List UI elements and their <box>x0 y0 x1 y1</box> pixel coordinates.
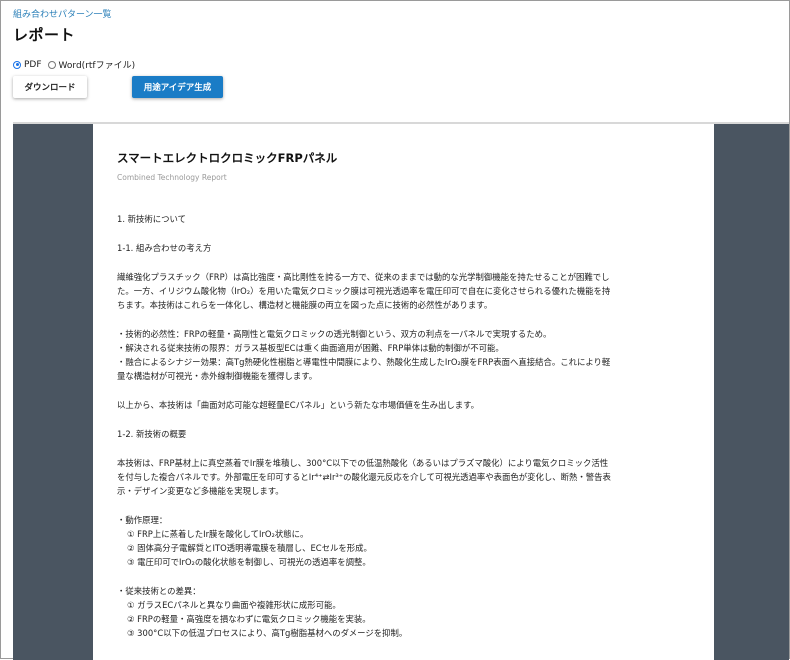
document-subtitle: Combined Technology Report <box>117 173 227 182</box>
document-line: 1-2. 新技術の概要 <box>117 429 187 439</box>
document-viewer[interactable]: スマートエレクトロクロミックFRPパネル Combined Technology… <box>13 124 789 660</box>
format-option-pdf[interactable]: PDF <box>13 60 42 70</box>
generate-ideas-button[interactable]: 用途アイデア生成 <box>132 76 223 98</box>
document-line: ・技術的必然性：FRPの軽量・高剛性と電気クロミックの透光制御という、双方の利点… <box>117 329 552 339</box>
document-page: スマートエレクトロクロミックFRPパネル Combined Technology… <box>93 124 714 660</box>
document-line: 本技術は、FRP基材上に真空蒸着でIr膜を堆積し、300°C以下での低温熱酸化（… <box>117 458 609 468</box>
document-line: 以上から、本技術は「曲面対応可能な超軽量ECパネル」という新たな市場価値を生み出… <box>117 400 480 410</box>
document-title: スマートエレクトロクロミックFRPパネル <box>117 151 338 165</box>
page-title: レポート <box>13 26 76 44</box>
document-line: 繊維強化プラスチック（FRP）は高比強度・高比剛性を誇る一方で、従来のままでは動… <box>117 272 610 282</box>
document-line: た。一方、イリジウム酸化物（IrO₂）を用いた電気クロミック膜は可視光透過率を電… <box>117 286 611 296</box>
document-line: 1. 新技術について <box>117 214 187 224</box>
document-line: ちます。本技術はこれらを一体化し、構造材と機能膜の両立を図った点に技術的必然性が… <box>117 300 493 310</box>
format-label-pdf: PDF <box>24 59 42 70</box>
document-line: ・従来技術との差異： <box>117 586 201 596</box>
document-line: ② 固体高分子電解質とITO透明導電膜を積層し、ECセルを形成。 <box>127 543 372 553</box>
document-line: ① FRP上に蒸着したIr膜を酸化してIrO₂状態に。 <box>127 529 309 539</box>
report-header: 組み合わせパターン一覧 レポート PDF Word(rtfファイル) ダウンロー… <box>1 1 789 123</box>
document-line: ② FRPの軽量・高強度を損なわずに電気クロミック機能を実装。 <box>127 614 371 624</box>
breadcrumb-link[interactable]: 組み合わせパターン一覧 <box>13 7 112 20</box>
document-line: 量な構造材が可視光・赤外線制御機能を獲得します。 <box>117 371 318 381</box>
format-label-word: Word(rtfファイル) <box>58 61 136 71</box>
document-line: ③ 電圧印可でIrO₂の酸化状態を制御し、可視光の透過率を調整。 <box>127 557 371 567</box>
radio-word[interactable] <box>47 60 56 69</box>
document-line: 1-1. 組み合わせの考え方 <box>117 243 212 253</box>
document-body: 1. 新技術について 1-1. 組み合わせの考え方繊維強化プラスチック（FRP）は… <box>117 212 693 640</box>
radio-pdf[interactable] <box>13 60 21 69</box>
format-option-word[interactable]: Word(rtfファイル) <box>47 58 136 71</box>
document-line: を付与した複合パネルです。外部電圧を印可するとIr⁴⁺⇄Ir³⁺の酸化還元反応を… <box>117 472 611 482</box>
download-button[interactable]: ダウンロード <box>13 76 87 98</box>
document-line: ① ガラスECパネルと異なり曲面や複雑形状に成形可能。 <box>127 600 341 610</box>
format-selector: PDF Word(rtfファイル) <box>13 58 141 71</box>
document-line: ・融合によるシナジー効果：高Tg熱硬化性樹脂と導電性中間膜により、熱酸化生成した… <box>117 357 611 367</box>
document-line: 示・デザイン変更など多機能を実現します。 <box>117 486 284 496</box>
document-line: ③ 300°C以下の低温プロセスにより、高Tg樹脂基材へのダメージを抑制。 <box>127 628 408 638</box>
document-line: ・解決される従来技術の限界：ガラス基板型ECは重く曲面適用が困難、FRP単体は動… <box>117 343 504 353</box>
document-line: ・動作原理： <box>117 515 168 525</box>
